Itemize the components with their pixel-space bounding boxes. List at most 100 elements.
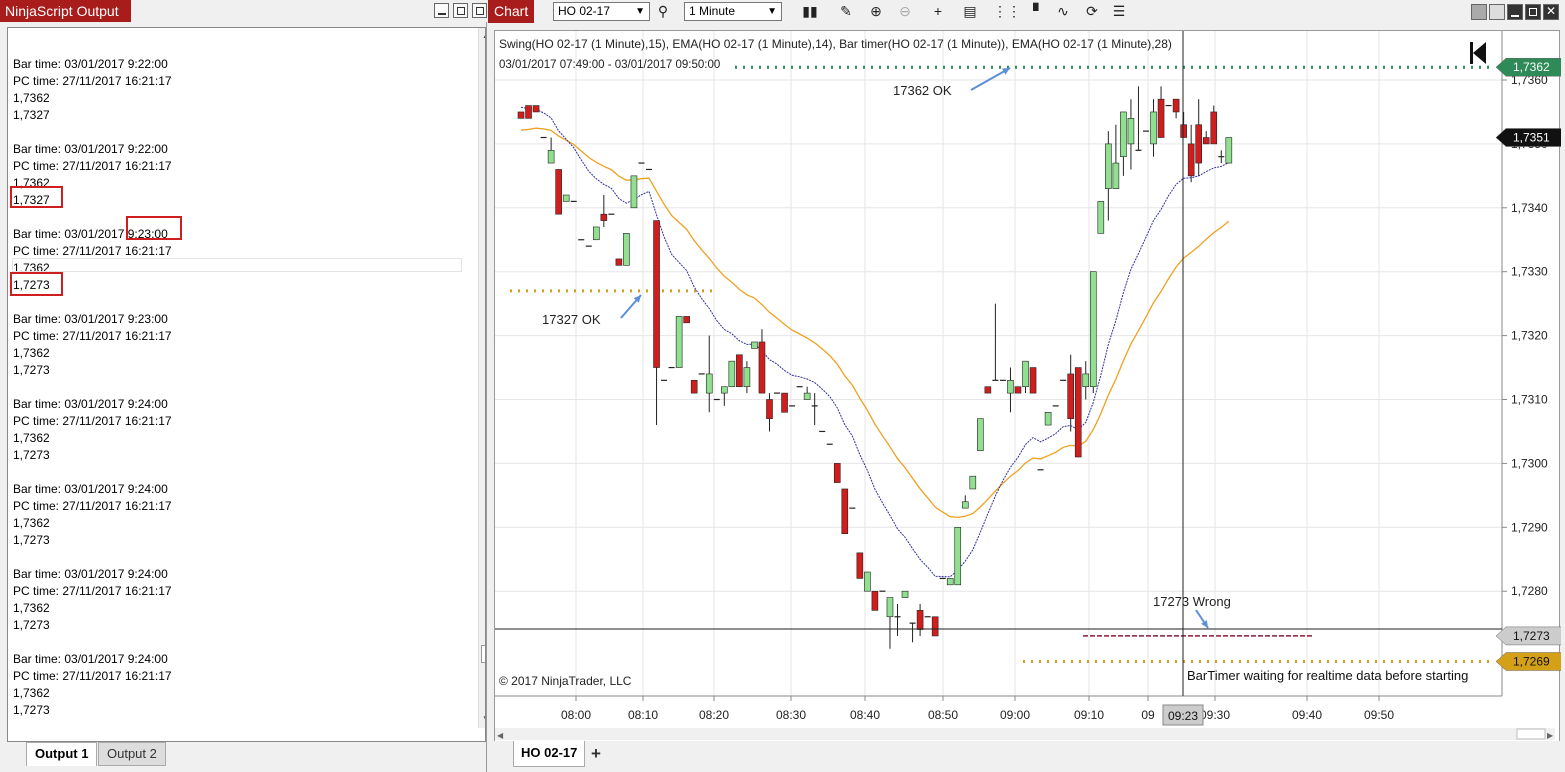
candle-body xyxy=(901,590,909,598)
candle-body xyxy=(1187,143,1195,177)
chevron-down-icon: ▼ xyxy=(635,6,645,17)
candle-body xyxy=(931,616,939,637)
candle xyxy=(690,380,698,394)
x-tick-label: 09:10 xyxy=(1074,708,1104,722)
candle xyxy=(841,488,849,534)
zoom-in-icon[interactable]: ⊕ xyxy=(866,2,886,21)
output-window-title: NinjaScript Output xyxy=(0,0,131,22)
interval-select[interactable]: 1 Minute ▼ xyxy=(684,2,782,21)
candle-body xyxy=(721,386,728,394)
candle xyxy=(1007,367,1014,413)
x-tick-label: 08:40 xyxy=(850,708,880,722)
output-line: Bar time: 03/01/2017 9:24:00 xyxy=(13,567,168,581)
chart-area[interactable]: 17362 OK17327 OK17273 Wrong 1,73601,7350… xyxy=(494,30,1561,753)
scroll-down-icon[interactable]: ▼ xyxy=(482,714,485,723)
data-box-icon[interactable]: ▤ xyxy=(960,2,980,21)
candle xyxy=(1172,98,1180,119)
output-line: Bar time: 03/01/2017 9:24:00 xyxy=(13,397,168,411)
search-icon[interactable]: ⚲ xyxy=(653,2,673,21)
candle-body xyxy=(977,418,984,451)
scroll-thumb[interactable] xyxy=(481,645,485,663)
output-line: Bar time: 03/01/2017 9:22:00 xyxy=(13,57,168,71)
crosshair-time-label: 09:23 xyxy=(1168,709,1198,723)
candle-body xyxy=(758,341,766,394)
candle-body xyxy=(946,578,954,586)
close-icon[interactable] xyxy=(472,3,487,18)
properties-icon[interactable]: ☰ xyxy=(1109,2,1129,21)
output-line: 1,7362 xyxy=(13,516,50,530)
output-tabs: Output 1 Output 2 xyxy=(7,742,482,768)
close-icon[interactable]: ✕ xyxy=(1543,4,1559,20)
candle xyxy=(961,495,969,509)
candle-body xyxy=(1150,111,1157,145)
chart-toolbar: Chart HO 02-17 ▼ ⚲ 1 Minute ▼ ▮▮ ✎ ⊕ ⊖ + ▤… xyxy=(488,0,1565,23)
indicators-icon[interactable]: ∿ xyxy=(1053,2,1073,21)
candle-body xyxy=(690,380,698,394)
candle-body xyxy=(1120,111,1127,157)
scroll-to-end-icon[interactable] xyxy=(1470,42,1486,64)
output-line: 1,7273 xyxy=(13,363,50,377)
annotation-label: 17273 Wrong xyxy=(1153,594,1231,609)
x-tick-label: 09:50 xyxy=(1364,708,1394,722)
candle-body xyxy=(1029,367,1037,394)
candle-body xyxy=(1112,162,1120,189)
candle-body xyxy=(743,367,751,388)
candle xyxy=(615,258,623,266)
candle-body xyxy=(766,399,773,419)
minimize-icon[interactable] xyxy=(434,3,449,18)
candle xyxy=(653,220,660,426)
minimize-icon[interactable] xyxy=(1507,4,1523,20)
candle-body xyxy=(728,360,736,388)
ema28-line xyxy=(520,127,1230,519)
candle-body xyxy=(961,501,969,509)
restore-icon[interactable] xyxy=(1471,4,1487,20)
pencil-icon[interactable]: ✎ xyxy=(836,2,856,21)
bartimer-message: BarTimer waiting for realtime data befor… xyxy=(1187,668,1468,683)
strategies-icon[interactable]: ▝ xyxy=(1023,2,1043,21)
arrow-icon xyxy=(620,294,642,319)
bar-type-icon[interactable]: ▮▮ xyxy=(800,2,820,21)
instrument-value: HO 02-17 xyxy=(558,4,611,18)
crosshair-icon[interactable]: + xyxy=(928,2,948,21)
instrument-select[interactable]: HO 02-17 ▼ xyxy=(553,2,650,21)
candle-body xyxy=(856,552,864,579)
tab-output-1[interactable]: Output 1 xyxy=(26,742,98,766)
maximize-icon[interactable] xyxy=(453,3,468,18)
zoom-out-icon[interactable]: ⊖ xyxy=(895,2,915,21)
output-pane[interactable]: Bar time: 03/01/2017 9:22:00 PC time: 27/… xyxy=(7,27,486,742)
refresh-icon[interactable]: ⟳ xyxy=(1082,2,1102,21)
chart-trader-icon[interactable]: ⋮⋮ xyxy=(993,2,1021,21)
chart-window-title: Chart xyxy=(488,0,534,23)
candle xyxy=(525,105,532,119)
candle xyxy=(721,386,728,406)
output-line: 1,7327 xyxy=(13,193,50,207)
candle xyxy=(1089,271,1097,394)
tab-output-2[interactable]: Output 2 xyxy=(98,742,166,766)
vertical-scrollbar[interactable]: ▲ ▼ xyxy=(478,28,485,728)
x-tick-label: 09:00 xyxy=(1000,708,1030,722)
add-tab-icon[interactable]: + xyxy=(591,744,601,764)
horizontal-scrollbar[interactable]: ◀ ▶ xyxy=(495,728,1555,740)
maximize-icon[interactable] xyxy=(1525,4,1541,20)
output-line: 1,7362 xyxy=(13,91,50,105)
output-line: Bar time: 03/01/2017 9:24:00 xyxy=(13,652,168,666)
candle xyxy=(743,361,751,394)
interval-value: 1 Minute xyxy=(689,4,736,18)
annotation-label: 17327 OK xyxy=(542,312,601,327)
annotations-layer: 17362 OK 17327 OK 17273 Wrong xyxy=(542,67,1231,629)
candle xyxy=(901,590,909,598)
price-chart[interactable]: 17362 OK17327 OK17273 Wrong 1,73601,7350… xyxy=(495,31,1561,753)
y-tick-label: 1,7280 xyxy=(1511,584,1548,598)
candle-body xyxy=(593,226,600,241)
x-tick-label: 08:10 xyxy=(628,708,658,722)
candle xyxy=(894,603,901,636)
tab-instrument[interactable]: HO 02-17 xyxy=(513,741,586,767)
scroll-up-icon[interactable]: ▲ xyxy=(482,31,485,40)
candle xyxy=(992,303,999,381)
output-line: PC time: 27/11/2017 16:21:17 xyxy=(13,414,172,428)
annotation-label: 17362 OK xyxy=(893,83,952,98)
candle-body xyxy=(1105,143,1112,189)
ema-layer xyxy=(520,106,1230,578)
link-icon[interactable] xyxy=(1489,4,1505,20)
candle-body xyxy=(517,111,525,119)
